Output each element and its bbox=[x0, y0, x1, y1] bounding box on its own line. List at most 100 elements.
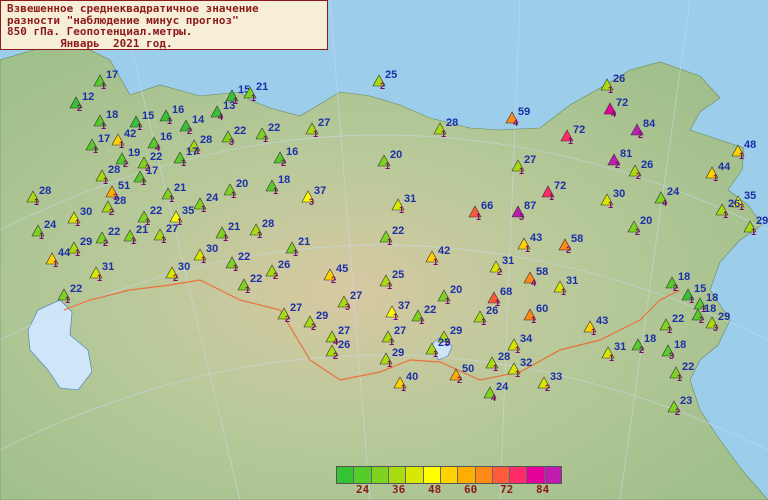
station-marker[interactable]: 241 bbox=[31, 219, 57, 241]
station-sub: 3 bbox=[669, 351, 674, 361]
station-marker[interactable]: 291 bbox=[67, 236, 92, 258]
station-marker[interactable]: 812 bbox=[607, 148, 632, 170]
station-marker[interactable]: 181 bbox=[93, 109, 118, 131]
station-value: 20 bbox=[390, 149, 402, 161]
station-marker[interactable]: 161 bbox=[159, 104, 184, 126]
station-marker[interactable]: 301 bbox=[193, 243, 218, 265]
station-marker[interactable]: 301 bbox=[600, 188, 625, 210]
station-marker[interactable]: 311 bbox=[89, 261, 114, 283]
station-marker[interactable]: 221 bbox=[255, 122, 280, 144]
station-marker[interactable]: 201 bbox=[223, 178, 248, 200]
station-marker[interactable]: 281 bbox=[95, 164, 120, 186]
station-marker[interactable]: 401 bbox=[393, 371, 418, 393]
station-marker[interactable]: 171 bbox=[93, 69, 118, 91]
station-marker[interactable]: 244 bbox=[654, 186, 680, 208]
station-marker[interactable]: 291 bbox=[379, 347, 404, 369]
station-marker[interactable]: 271 bbox=[153, 223, 178, 245]
station-marker[interactable]: 223 bbox=[221, 125, 246, 147]
station-marker[interactable]: 221 bbox=[411, 304, 436, 326]
station-marker[interactable]: 211 bbox=[123, 224, 148, 246]
station-marker[interactable]: 281 bbox=[433, 117, 458, 139]
station-marker[interactable]: 181 bbox=[265, 174, 290, 196]
station-marker[interactable]: 431 bbox=[583, 315, 608, 337]
station-marker[interactable]: 452 bbox=[323, 263, 348, 285]
station-marker[interactable]: 151 bbox=[681, 283, 706, 305]
station-marker[interactable]: 373 bbox=[301, 185, 326, 207]
station-marker[interactable]: 594 bbox=[505, 106, 530, 128]
station-marker[interactable]: 421 bbox=[425, 245, 450, 267]
station-marker[interactable]: 724 bbox=[603, 97, 628, 119]
station-marker[interactable]: 271 bbox=[305, 117, 330, 139]
station-marker[interactable]: 431 bbox=[517, 232, 542, 254]
station-marker[interactable]: 261 bbox=[473, 305, 498, 327]
station-marker[interactable]: 252 bbox=[372, 69, 397, 91]
station-marker[interactable]: 302 bbox=[165, 261, 190, 283]
station-marker[interactable]: 271 bbox=[381, 325, 406, 347]
station-marker[interactable]: 842 bbox=[630, 118, 656, 140]
station-sub: 2 bbox=[333, 351, 338, 361]
station-marker[interactable]: 321 bbox=[507, 357, 532, 379]
station-marker[interactable]: 311 bbox=[553, 275, 578, 297]
station-marker[interactable]: 251 bbox=[425, 337, 450, 359]
station-marker[interactable]: 211 bbox=[285, 236, 310, 258]
station-marker[interactable]: 291 bbox=[743, 215, 768, 237]
station-marker[interactable]: 311 bbox=[391, 193, 416, 215]
station-marker[interactable]: 182 bbox=[665, 271, 690, 293]
station-marker[interactable]: 201 bbox=[437, 284, 462, 306]
station-marker[interactable]: 873 bbox=[511, 200, 536, 222]
station-marker[interactable]: 164 bbox=[147, 131, 172, 153]
station-marker[interactable]: 134 bbox=[210, 100, 235, 122]
station-marker[interactable]: 162 bbox=[273, 146, 298, 168]
station-marker[interactable]: 661 bbox=[468, 200, 493, 222]
station-marker[interactable]: 481 bbox=[731, 139, 756, 161]
station-marker[interactable]: 221 bbox=[379, 225, 404, 247]
station-marker[interactable]: 281 bbox=[485, 351, 510, 373]
station-marker[interactable]: 282 bbox=[101, 195, 126, 217]
station-marker[interactable]: 221 bbox=[237, 273, 262, 295]
station-marker[interactable]: 311 bbox=[601, 341, 626, 363]
station-marker[interactable]: 281 bbox=[249, 218, 274, 240]
station-value: 29 bbox=[450, 325, 462, 337]
station-marker[interactable]: 272 bbox=[277, 302, 302, 324]
station-marker[interactable]: 332 bbox=[537, 371, 562, 393]
station-marker[interactable]: 244 bbox=[483, 381, 509, 403]
station-marker[interactable]: 232 bbox=[667, 395, 692, 417]
station-marker[interactable]: 341 bbox=[507, 333, 533, 355]
station-marker[interactable]: 183 bbox=[661, 339, 686, 361]
station-marker[interactable]: 441 bbox=[705, 161, 731, 183]
station-marker[interactable]: 371 bbox=[385, 300, 410, 322]
station-marker[interactable]: 261 bbox=[715, 198, 740, 220]
station-marker[interactable]: 582 bbox=[558, 233, 583, 255]
station-marker[interactable]: 301 bbox=[67, 206, 92, 228]
station-marker[interactable]: 601 bbox=[523, 303, 548, 325]
station-marker[interactable]: 221 bbox=[669, 361, 694, 383]
station-marker[interactable]: 261 bbox=[600, 73, 625, 95]
station-marker[interactable]: 271 bbox=[511, 154, 536, 176]
station-marker[interactable]: 201 bbox=[377, 149, 402, 171]
station-marker[interactable]: 441 bbox=[45, 247, 71, 269]
station-marker[interactable]: 122 bbox=[69, 91, 94, 113]
station-marker[interactable]: 211 bbox=[161, 182, 186, 204]
station-marker[interactable]: 221 bbox=[57, 283, 82, 305]
station-marker[interactable]: 241 bbox=[193, 192, 219, 214]
station-marker[interactable]: 292 bbox=[303, 310, 328, 332]
station-marker[interactable]: 262 bbox=[265, 259, 290, 281]
station-marker[interactable]: 502 bbox=[449, 363, 474, 385]
station-marker[interactable]: 221 bbox=[225, 251, 250, 273]
station-marker[interactable]: 182 bbox=[631, 333, 656, 355]
station-marker[interactable]: 171 bbox=[173, 146, 198, 168]
station-marker[interactable]: 721 bbox=[541, 180, 566, 202]
station-marker[interactable]: 312 bbox=[489, 255, 514, 277]
station-marker[interactable]: 721 bbox=[560, 124, 585, 146]
station-marker[interactable]: 251 bbox=[379, 269, 404, 291]
station-marker[interactable]: 262 bbox=[628, 159, 653, 181]
station-marker[interactable]: 211 bbox=[215, 221, 240, 243]
station-marker[interactable]: 273 bbox=[337, 290, 362, 312]
station-marker[interactable]: 171 bbox=[85, 133, 110, 155]
station-marker[interactable]: 222 bbox=[95, 226, 120, 248]
station-marker[interactable]: 584 bbox=[523, 266, 548, 288]
station-marker[interactable]: 142 bbox=[179, 114, 205, 136]
station-marker[interactable]: 221 bbox=[659, 313, 684, 335]
station-marker[interactable]: 202 bbox=[627, 215, 652, 237]
station-marker[interactable]: 281 bbox=[26, 185, 51, 207]
